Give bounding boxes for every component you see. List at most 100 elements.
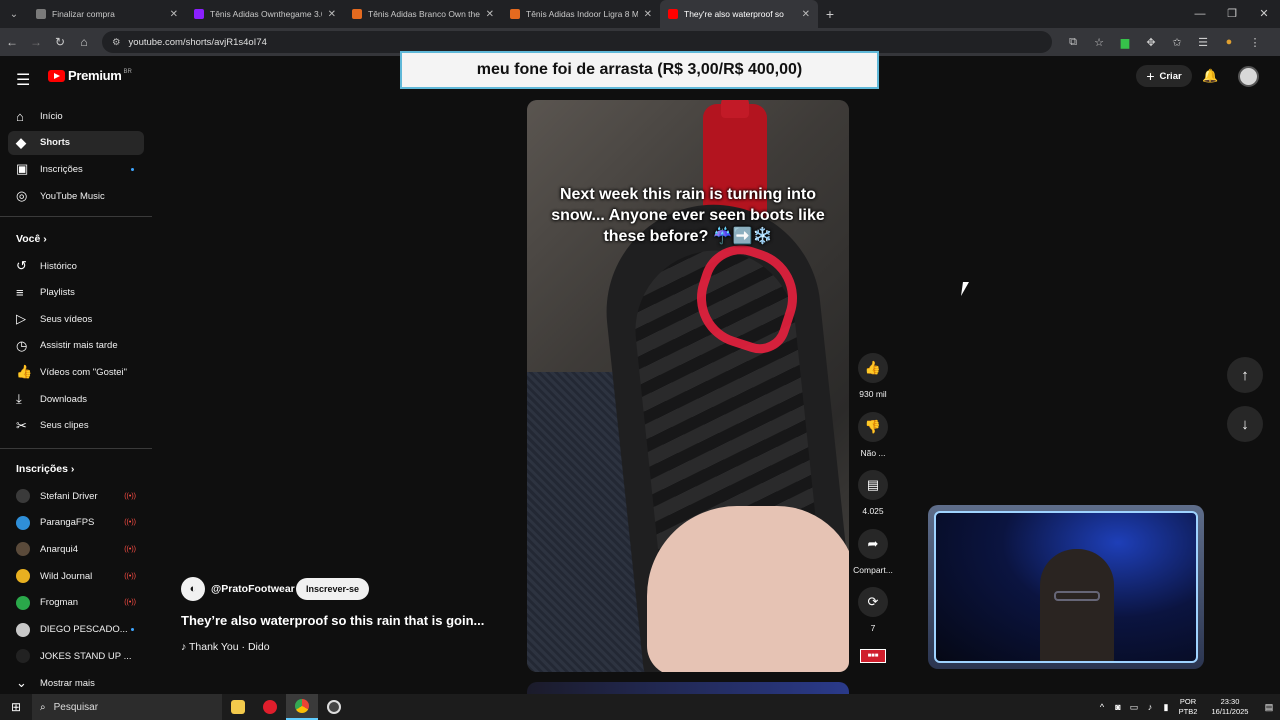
obs-icon[interactable] <box>318 694 350 720</box>
browser-tab[interactable]: Tênis Adidas Ownthegame 3.0 | ✕ <box>186 0 344 28</box>
restore-icon[interactable]: ❐ <box>1216 0 1248 28</box>
minimize-icon[interactable]: — <box>1184 0 1216 28</box>
sidebar-item-music[interactable]: ◎ YouTube Music <box>8 184 144 208</box>
close-window-icon[interactable]: ✕ <box>1248 0 1280 28</box>
dislike-button[interactable]: 👎 Não ... <box>851 411 895 458</box>
channel-avatar <box>16 595 30 610</box>
browser-tab[interactable]: Tênis Adidas Branco Own the G ✕ <box>344 0 502 28</box>
system-tray: ^ ◙ ▭ ♪ ▮ POR PTB2 23:30 16/11/2025 ▤ <box>1094 694 1280 720</box>
comments-button[interactable]: ▤ 4.025 <box>851 470 895 516</box>
sidebar-subscription-item[interactable]: Wild Journal ((•)) <box>8 564 144 588</box>
tab-title: Tênis Adidas Ownthegame 3.0 | <box>210 9 322 19</box>
bookmark-star-icon[interactable]: ☆ <box>1086 36 1112 49</box>
tab-close-icon[interactable]: ✕ <box>802 9 810 20</box>
tab-close-icon[interactable]: ✕ <box>170 9 178 20</box>
tab-favicon-icon <box>668 9 678 19</box>
forward-icon[interactable]: → <box>24 35 48 49</box>
live-icon: ((•)) <box>124 519 136 527</box>
profile-icon[interactable]: ● <box>1216 36 1242 49</box>
taskbar-search[interactable]: ⌕ Pesquisar <box>32 694 222 720</box>
clock[interactable]: 23:30 16/11/2025 <box>1202 697 1258 717</box>
tab-title: Tênis Adidas Branco Own the G <box>368 9 480 19</box>
sidebar-item-liked[interactable]: 👍 Vídeos com "Gostei" <box>8 360 144 384</box>
tab-search-icon[interactable]: ⌄ <box>0 0 28 28</box>
you-section-title[interactable]: Você › <box>16 233 47 245</box>
remix-button[interactable]: ⟳ 7 <box>851 587 895 633</box>
youtube-premium-logo[interactable]: Premium BR <box>48 68 132 83</box>
webcam-person <box>1040 549 1114 661</box>
tab-close-icon[interactable]: ✕ <box>644 9 652 20</box>
sidebar-item-subscriptions[interactable]: ▣ Inscrições <box>8 157 144 181</box>
tab-title: They're also waterproof so <box>684 9 784 19</box>
windows-start-icon[interactable]: ⊞ <box>0 700 32 714</box>
subscriptions-section-title[interactable]: Inscrições › <box>16 463 74 475</box>
sound-thumbnail[interactable]: ■■■ <box>860 649 886 663</box>
channel-name[interactable]: @PratoFootwear <box>211 583 295 595</box>
show-more-button[interactable]: ⌄ Mostrar mais <box>8 671 144 695</box>
user-avatar[interactable] <box>1238 66 1259 87</box>
sidebar-subscription-item[interactable]: DIEGO PESCADO... <box>8 618 144 642</box>
sidebar-subscription-item[interactable]: Stefani Driver ((•)) <box>8 484 144 508</box>
new-tab-button[interactable]: + <box>818 6 842 22</box>
language-indicator[interactable]: POR PTB2 <box>1174 697 1202 717</box>
browser-menu-icon[interactable]: ⋮ <box>1242 36 1268 49</box>
sidebar-item-your-videos[interactable]: ▷ Seus vídeos <box>8 307 144 331</box>
tray-expand-icon[interactable]: ^ <box>1094 702 1110 712</box>
previous-short-button[interactable]: ↑ <box>1227 357 1263 393</box>
sidebar-item-watch-later[interactable]: ◷ Assistir mais tarde <box>8 334 144 358</box>
sidebar-subscription-item[interactable]: ParangaFPS ((•)) <box>8 511 144 535</box>
live-icon: ((•)) <box>124 599 136 607</box>
battery-icon[interactable]: ▮ <box>1158 702 1174 713</box>
sidebar-item-download[interactable]: ⤓ Downloads <box>8 387 144 411</box>
volume-icon[interactable]: ♪ <box>1142 702 1158 712</box>
browser-tab[interactable]: Finalizar compra ✕ <box>28 0 186 28</box>
tab-favicon-icon <box>194 9 204 19</box>
menu-icon[interactable]: ☰ <box>16 70 30 90</box>
sidebar-item-home[interactable]: ⌂ Início <box>8 104 144 128</box>
home-browser-icon[interactable]: ⌂ <box>72 35 96 49</box>
reading-list-icon[interactable]: ☰ <box>1190 36 1216 49</box>
notifications-bell-icon[interactable]: 🔔 <box>1202 68 1218 84</box>
short-video-player[interactable]: Next week this rain is turning into snow… <box>527 100 849 672</box>
browser-tab[interactable]: They're also waterproof so ✕ <box>660 0 818 28</box>
sidebar: ☰ Premium BR ⌂ Início ◆ Shorts ▣ Inscrições ◎ Y… <box>0 56 152 694</box>
tab-close-icon[interactable]: ✕ <box>328 9 336 20</box>
install-app-icon[interactable]: ⧉ <box>1060 36 1086 49</box>
favorites-icon[interactable]: ✩ <box>1164 36 1190 49</box>
short-sound[interactable]: ♪ Thank You · Dido <box>181 641 270 653</box>
opera-icon[interactable] <box>254 694 286 720</box>
sidebar-item-history[interactable]: ↺ Histórico <box>8 254 144 278</box>
back-icon[interactable]: ← <box>0 35 24 49</box>
chrome-icon[interactable] <box>286 694 318 720</box>
channel-avatar[interactable]: ◐ <box>181 577 205 601</box>
create-button[interactable]: + Criar <box>1136 65 1192 87</box>
sidebar-item-label: Wild Journal <box>40 570 93 582</box>
sidebar-subscription-item[interactable]: Frogman ((•)) <box>8 591 144 615</box>
sidebar-item-shorts[interactable]: ◆ Shorts <box>8 130 144 155</box>
sidebar-item-label: Início <box>40 110 63 122</box>
browser-tab[interactable]: Tênis Adidas Indoor Ligra 8 Ma ✕ <box>502 0 660 28</box>
sidebar-item-playlists[interactable]: ≡ Playlists <box>8 281 144 305</box>
network-icon[interactable]: ▭ <box>1126 702 1142 713</box>
sidebar-item-clips[interactable]: ✂ Seus clipes <box>8 414 144 438</box>
subscriptions-icon: ▣ <box>16 161 29 177</box>
tray-app-icon[interactable]: ◙ <box>1110 702 1126 712</box>
share-button[interactable]: ➦ Compart... <box>851 528 895 575</box>
tab-close-icon[interactable]: ✕ <box>486 9 494 20</box>
subscribe-button[interactable]: Inscrever-se <box>296 578 369 600</box>
reload-icon[interactable]: ↻ <box>48 35 72 49</box>
extensions-puzzle-icon[interactable]: ✥ <box>1138 36 1164 49</box>
like-button[interactable]: 👍 930 mil <box>851 353 895 399</box>
file-explorer-icon[interactable] <box>222 694 254 720</box>
url-text: youtube.com/shorts/avjR1s4oI74 <box>128 36 267 48</box>
action-label: Não ... <box>860 447 886 458</box>
action-label: 930 mil <box>859 389 887 399</box>
next-short-button[interactable]: ↓ <box>1227 406 1263 442</box>
site-info-icon[interactable]: ⚙ <box>112 37 121 48</box>
sidebar-subscription-item[interactable]: JOKES STAND UP ... <box>8 644 144 668</box>
extension-green-icon[interactable]: ▆ <box>1112 36 1138 49</box>
url-field[interactable]: ⚙ youtube.com/shorts/avjR1s4oI74 <box>102 31 1052 53</box>
notification-center-icon[interactable]: ▤ <box>1258 702 1280 713</box>
short-title[interactable]: They’re also waterproof so this rain tha… <box>181 613 484 628</box>
sidebar-subscription-item[interactable]: Anarqui4 ((•)) <box>8 537 144 561</box>
